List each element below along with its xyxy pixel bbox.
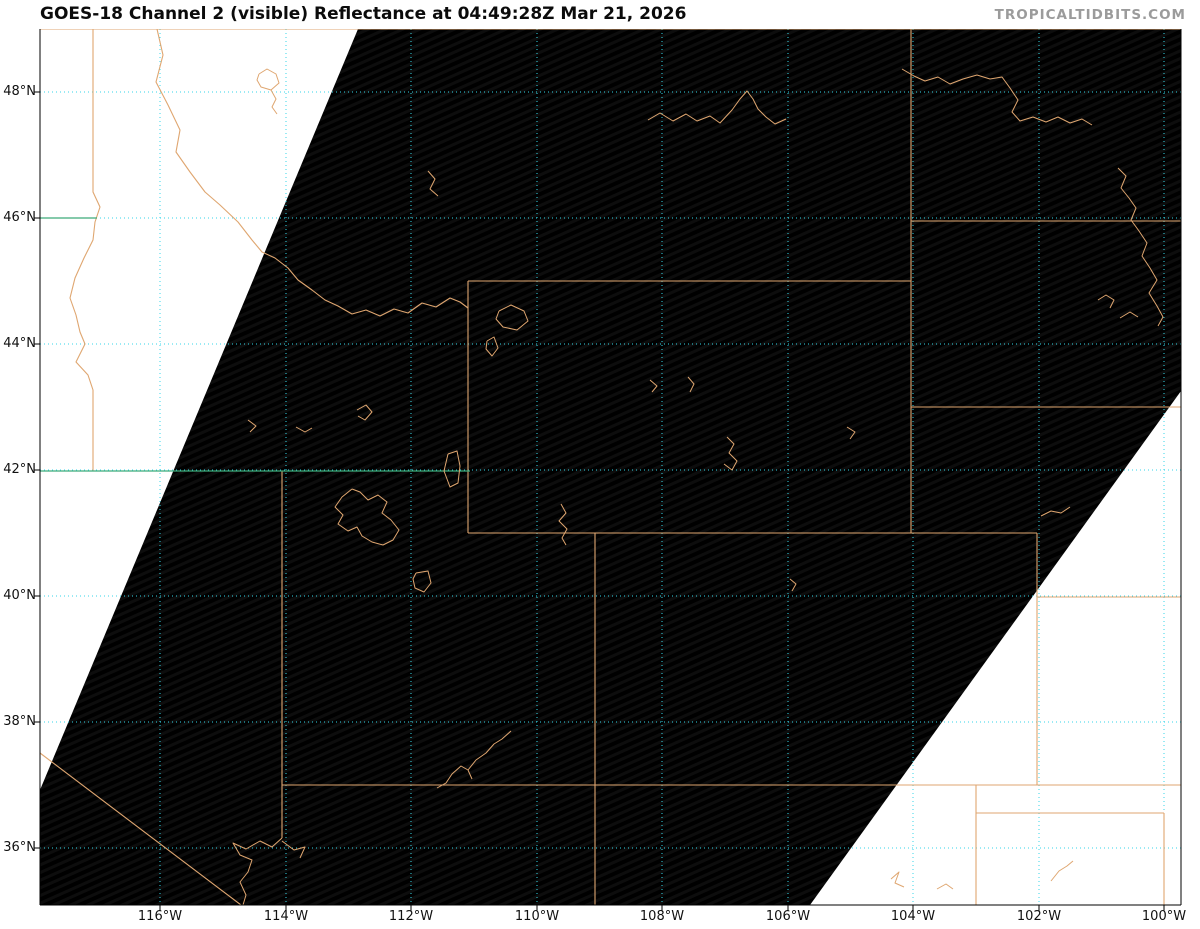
flathead-river [270,89,278,115]
lat-tick-label: 38°N [3,714,36,729]
flathead-lake [256,68,280,91]
lat-tick-label: 42°N [3,462,36,477]
nm-squiggle-2 [936,883,954,890]
lon-tick-label: 102°W [1016,909,1062,924]
satellite-swath [40,29,1181,905]
border-idaho-west [69,29,101,471]
lon-tick-label: 100°W [1141,909,1187,924]
lat-tick-label: 48°N [3,84,36,99]
tx-squiggle [1050,860,1074,882]
lon-tick-label: 108°W [639,909,685,924]
satellite-map [34,29,1182,911]
lon-tick-label: 106°W [765,909,811,924]
nm-squiggle-1 [890,871,905,888]
lon-tick-label: 114°W [263,909,309,924]
lon-tick-label: 110°W [514,909,560,924]
lat-tick-label: 40°N [3,588,36,603]
lat-tick-label: 46°N [3,210,36,225]
lon-tick-label: 116°W [137,909,183,924]
lon-tick-label: 104°W [890,909,936,924]
lat-tick-label: 36°N [3,840,36,855]
lat-tick-label: 44°N [3,336,36,351]
satellite-image-page: GOES-18 Channel 2 (visible) Reflectance … [0,0,1200,929]
lon-tick-label: 112°W [388,909,434,924]
